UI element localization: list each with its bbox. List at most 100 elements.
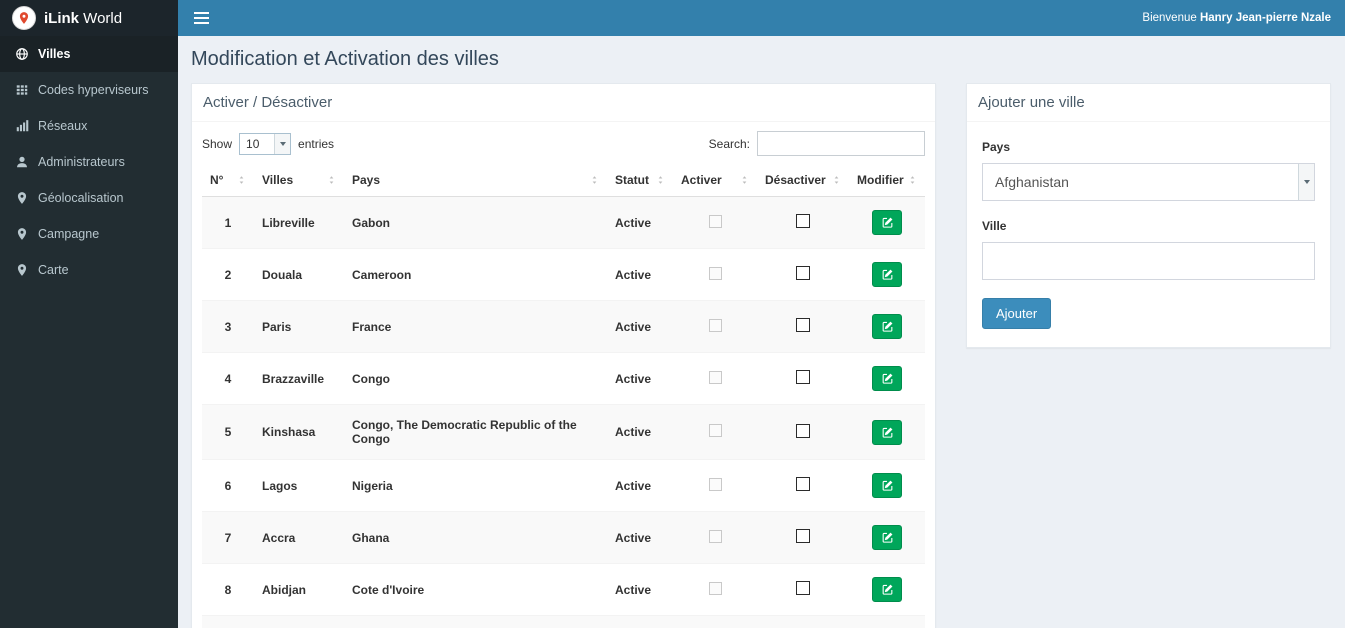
column-header-villes[interactable]: Villes xyxy=(254,164,344,197)
table-row: 1 Libreville Gabon Active xyxy=(202,196,925,249)
sort-icon xyxy=(740,174,749,186)
modifier-button[interactable] xyxy=(872,473,902,498)
add-panel-title: Ajouter une ville xyxy=(967,84,1330,122)
topbar: iLink World Bienvenue Hanry Jean-pierre … xyxy=(0,0,1345,36)
modifier-button[interactable] xyxy=(872,577,902,602)
sidebar-item-administrateurs[interactable]: Administrateurs xyxy=(0,144,178,180)
edit-icon xyxy=(881,426,894,439)
edit-icon xyxy=(881,583,894,596)
column-header-statut[interactable]: Statut xyxy=(607,164,673,197)
brand-area[interactable]: iLink World xyxy=(0,0,178,36)
desactiver-checkbox[interactable] xyxy=(796,318,810,332)
table-body: 1 Libreville Gabon Active 2 Douala Camer… xyxy=(202,196,925,628)
sidebar-item-villes[interactable]: Villes xyxy=(0,36,178,72)
page-title: Modification et Activation des villes xyxy=(191,48,499,70)
desactiver-checkbox[interactable] xyxy=(796,266,810,280)
activer-checkbox xyxy=(708,477,722,491)
search-control: Search: xyxy=(709,131,925,156)
modifier-button[interactable] xyxy=(872,419,902,445)
sidebar-item-label: Réseaux xyxy=(38,119,88,133)
hamburger-icon xyxy=(194,12,209,14)
modifier-button[interactable] xyxy=(872,366,902,391)
desactiver-checkbox[interactable] xyxy=(796,529,810,543)
sidebar-item-codes-hyperviseurs[interactable]: Codes hyperviseurs xyxy=(0,72,178,108)
table-row: 6 Lagos Nigeria Active xyxy=(202,459,925,512)
ville-cell: Abidjan xyxy=(254,563,344,616)
globe-icon xyxy=(15,47,29,61)
sort-icon xyxy=(908,174,917,186)
grid-icon xyxy=(15,83,29,97)
column-header-n-[interactable]: N° xyxy=(202,164,254,197)
table-row: 7 Accra Ghana Active xyxy=(202,511,925,564)
statut-cell: Active xyxy=(607,300,673,353)
row-number-cell: 8 xyxy=(202,563,254,616)
chevron-down-icon xyxy=(274,133,291,154)
statut-cell: Active xyxy=(607,459,673,512)
statut-cell: Active xyxy=(607,511,673,564)
row-number-cell: 2 xyxy=(202,248,254,301)
activer-checkbox xyxy=(708,266,722,280)
table-row: 3 Paris France Active xyxy=(202,300,925,353)
ville-input[interactable] xyxy=(982,242,1315,280)
statut-cell: Active xyxy=(607,563,673,616)
edit-icon xyxy=(881,372,894,385)
pays-cell: Congo, The Democratic Republic of the Co… xyxy=(344,404,607,460)
ville-cell: Brazzaville xyxy=(254,352,344,405)
edit-icon xyxy=(881,216,894,229)
sidebar-item-carte[interactable]: Carte xyxy=(0,252,178,288)
column-header-modifier[interactable]: Modifier xyxy=(849,164,925,197)
sidebar-item-label: Codes hyperviseurs xyxy=(38,83,149,97)
pays-cell: France xyxy=(344,300,607,353)
add-city-panel: Ajouter une ville Pays Afghanistan Ville… xyxy=(966,83,1331,348)
pays-select[interactable]: Afghanistan xyxy=(982,163,1315,201)
page-length-select[interactable]: 10 xyxy=(239,132,292,155)
cities-table-panel: Activer / Désactiver Show 10 entries Sea… xyxy=(191,83,936,628)
column-header-d-sactiver[interactable]: Désactiver xyxy=(757,164,849,197)
chevron-down-icon xyxy=(1298,164,1314,200)
statut-cell: Active xyxy=(607,196,673,249)
desactiver-checkbox[interactable] xyxy=(796,581,810,595)
pays-cell: Gabon xyxy=(344,196,607,249)
table-row: 2 Douala Cameroon Active xyxy=(202,248,925,301)
sidebar-toggle-button[interactable] xyxy=(178,0,225,36)
search-input[interactable] xyxy=(757,131,925,156)
modifier-button[interactable] xyxy=(872,525,902,550)
ajouter-button[interactable]: Ajouter xyxy=(982,298,1052,329)
user-icon xyxy=(15,155,29,169)
table-row: 9 Dakar Senegal Active xyxy=(202,615,925,628)
column-header-pays[interactable]: Pays xyxy=(344,164,607,197)
statut-cell: Active xyxy=(607,248,673,301)
desactiver-checkbox[interactable] xyxy=(796,477,810,491)
sidebar-item-campagne[interactable]: Campagne xyxy=(0,216,178,252)
sidebar-item-g-olocalisation[interactable]: Géolocalisation xyxy=(0,180,178,216)
row-number-cell: 3 xyxy=(202,300,254,353)
row-number-cell: 7 xyxy=(202,511,254,564)
table-header-row: N° Villes Pays Statut Activer Désactiver xyxy=(202,164,925,197)
pays-cell: Senegal xyxy=(344,615,607,628)
activer-checkbox xyxy=(708,318,722,332)
sort-icon xyxy=(237,174,246,186)
column-header-activer[interactable]: Activer xyxy=(673,164,757,197)
sidebar-item-label: Administrateurs xyxy=(38,155,125,169)
modifier-button[interactable] xyxy=(872,262,902,287)
edit-icon xyxy=(881,268,894,281)
activer-checkbox xyxy=(708,214,722,228)
table-row: 8 Abidjan Cote d'Ivoire Active xyxy=(202,563,925,616)
page-length-control: Show 10 entries xyxy=(202,132,334,155)
sidebar-item-label: Villes xyxy=(38,47,71,61)
datatable-controls: Show 10 entries Search: xyxy=(192,122,935,164)
desactiver-checkbox[interactable] xyxy=(796,370,810,384)
table-row: 5 Kinshasa Congo, The Democratic Republi… xyxy=(202,404,925,460)
map-marker-icon xyxy=(15,263,29,277)
sort-icon xyxy=(590,174,599,186)
bar-chart-icon xyxy=(15,119,29,133)
app-logo-icon xyxy=(12,6,36,30)
modifier-button[interactable] xyxy=(872,314,902,339)
sidebar: Villes Codes hyperviseurs Réseaux Admini… xyxy=(0,36,178,628)
desactiver-checkbox[interactable] xyxy=(796,423,810,438)
sidebar-item-r-seaux[interactable]: Réseaux xyxy=(0,108,178,144)
modifier-button[interactable] xyxy=(872,210,902,235)
ville-cell: Paris xyxy=(254,300,344,353)
row-number-cell: 1 xyxy=(202,196,254,249)
desactiver-checkbox[interactable] xyxy=(796,214,810,228)
